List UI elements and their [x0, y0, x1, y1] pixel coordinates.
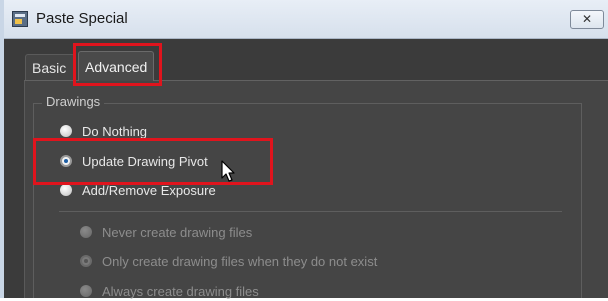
update-pivot-highlight — [33, 138, 273, 185]
drawings-group-title: Drawings — [42, 94, 105, 109]
radio-do-nothing[interactable] — [60, 125, 72, 137]
tab-basic[interactable]: Basic — [25, 54, 75, 80]
radio-always-create[interactable] — [80, 285, 92, 297]
close-icon: ✕ — [581, 12, 593, 26]
close-button[interactable]: ✕ — [570, 10, 604, 29]
option-always-create-label: Always create drawing files — [102, 284, 259, 299]
radio-add-remove-exposure[interactable] — [60, 184, 72, 196]
option-only-create-label: Only create drawing files when they do n… — [102, 254, 378, 269]
option-never-create-label: Never create drawing files — [102, 225, 253, 240]
radio-only-create[interactable] — [80, 255, 92, 267]
mouse-pointer-icon — [221, 160, 235, 182]
app-icon — [12, 11, 28, 27]
advanced-tab-highlight — [73, 43, 162, 86]
radio-never-create[interactable] — [80, 226, 92, 238]
window-title: Paste Special — [36, 10, 128, 27]
title-bar: Paste Special ✕ — [4, 0, 608, 39]
separator-line — [59, 211, 562, 212]
